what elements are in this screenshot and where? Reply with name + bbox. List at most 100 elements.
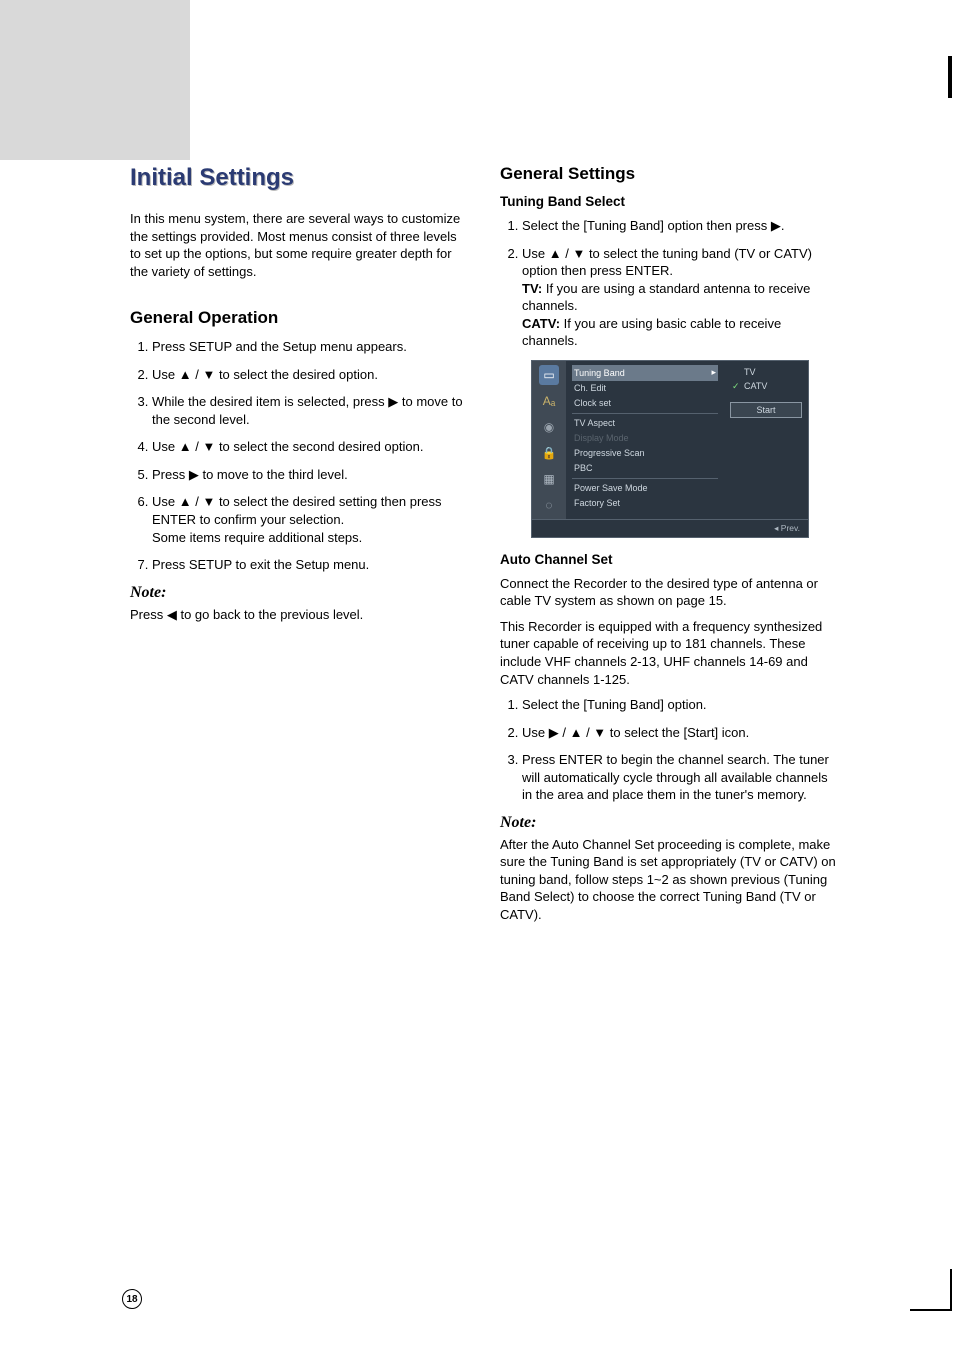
note-text: Press: [130, 607, 167, 622]
up-icon: ▲: [570, 725, 583, 740]
note-heading: Note:: [130, 584, 470, 602]
slash: /: [192, 439, 203, 454]
left-icon: ◀: [167, 607, 177, 622]
page-title: Initial Settings: [130, 164, 470, 192]
step-text: Use: [522, 725, 549, 740]
step-text: While the desired item is selected, pres…: [152, 394, 388, 409]
crop-mark: [910, 1309, 952, 1311]
up-icon: ▲: [549, 246, 562, 261]
step-text: Some items require additional steps.: [152, 530, 362, 545]
down-icon: ▼: [593, 725, 606, 740]
slash: /: [192, 367, 203, 382]
up-icon: ▲: [179, 439, 192, 454]
step: Press SETUP to exit the Setup menu.: [152, 556, 470, 574]
step: Use ▶ / ▲ / ▼ to select the [Start] icon…: [522, 724, 840, 742]
step-text: to select the second desired option.: [215, 439, 423, 454]
step-text: If you are using a standard antenna to r…: [522, 281, 810, 314]
step: Use ▲ / ▼ to select the desired option.: [152, 366, 470, 384]
step: Use ▲ / ▼ to select the desired setting …: [152, 493, 470, 546]
record-icon: ▦: [539, 469, 559, 489]
osd-item-display: Display Mode: [572, 431, 718, 446]
osd-item-pbc: PBC: [572, 461, 718, 476]
slash: /: [582, 725, 593, 740]
osd-divider: [572, 478, 718, 479]
step-text: Press ENTER to begin the channel search.…: [522, 752, 829, 802]
osd-middle-column: Tuning Band▸ Ch. Edit Clock set TV Aspec…: [566, 361, 724, 519]
osd-option-label: TV: [744, 367, 756, 377]
step: Select the [Tuning Band] option.: [522, 696, 840, 714]
step-text: If you are using basic cable to receive …: [522, 316, 781, 349]
step-text: Press: [152, 467, 189, 482]
tv-label: TV:: [522, 281, 542, 296]
osd-item-powersave: Power Save Mode: [572, 481, 718, 496]
osd-item-tuning-band: Tuning Band▸: [572, 365, 718, 381]
osd-option-tv: TV: [730, 365, 802, 379]
osd-item-clock: Clock set: [572, 396, 718, 411]
right-icon: ▶: [771, 218, 781, 233]
side-band: [0, 0, 190, 160]
step-text: Press SETUP to exit the Setup menu.: [152, 557, 369, 572]
note-body: After the Auto Channel Set proceeding is…: [500, 836, 840, 924]
slash: /: [562, 246, 573, 261]
osd-item-factory: Factory Set: [572, 496, 718, 511]
step-text: .: [781, 218, 785, 233]
osd-footer: ◂ Prev.: [532, 519, 808, 537]
tv-icon: ▭: [539, 365, 559, 385]
step-text: to select the [Start] icon.: [606, 725, 749, 740]
audio-icon: ◉: [539, 417, 559, 437]
lock-icon: 🔒: [539, 443, 559, 463]
step: Press SETUP and the Setup menu appears.: [152, 338, 470, 356]
step-text: Use: [152, 439, 179, 454]
osd-label: Tuning Band: [574, 368, 625, 378]
step-text: Press SETUP and the Setup menu appears.: [152, 339, 407, 354]
step-text: Use: [522, 246, 549, 261]
osd-option-label: CATV: [744, 381, 767, 391]
note-text: to go back to the previous level.: [177, 607, 363, 622]
step: Press ENTER to begin the channel search.…: [522, 751, 840, 804]
crop-mark: [950, 1269, 952, 1311]
up-icon: ▲: [179, 494, 192, 509]
right-icon: ▶: [549, 725, 559, 740]
disc-icon: ◌: [539, 495, 559, 515]
catv-label: CATV:: [522, 316, 560, 331]
slash: /: [192, 494, 203, 509]
step-text: Select the [Tuning Band] option.: [522, 697, 707, 712]
note-heading: Note:: [500, 814, 840, 832]
osd-right-column: TV ✓CATV Start: [724, 361, 808, 519]
step-text: Select the [Tuning Band] option then pre…: [522, 218, 771, 233]
osd-start-button: Start: [730, 402, 802, 418]
right-icon: ▶: [189, 467, 199, 482]
left-column: Initial Settings In this menu system, th…: [130, 164, 470, 924]
down-icon: ▼: [202, 367, 215, 382]
osd-item-progressive: Progressive Scan: [572, 446, 718, 461]
osd-divider: [572, 413, 718, 414]
osd-option-catv: ✓CATV: [730, 379, 802, 394]
general-operation-steps: Press SETUP and the Setup menu appears. …: [130, 338, 470, 573]
auto-channel-heading: Auto Channel Set: [500, 552, 840, 567]
osd-item-aspect: TV Aspect: [572, 416, 718, 431]
step: Use ▲ / ▼ to select the tuning band (TV …: [522, 245, 840, 350]
step-text: to select the desired option.: [215, 367, 378, 382]
down-icon: ▼: [572, 246, 585, 261]
step-text: to move to the third level.: [199, 467, 348, 482]
osd-menu-screenshot: ▭ Aₐ ◉ 🔒 ▦ ◌ Tuning Band▸ Ch. Edit Clock…: [531, 360, 809, 538]
right-column: General Settings Tuning Band Select Sele…: [500, 164, 840, 924]
general-settings-heading: General Settings: [500, 164, 840, 184]
page-content: Initial Settings In this menu system, th…: [130, 164, 840, 924]
step: Press ▶ to move to the third level.: [152, 466, 470, 484]
page-number: 18: [122, 1289, 142, 1309]
right-icon: ▶: [388, 394, 398, 409]
auto-channel-steps: Select the [Tuning Band] option. Use ▶ /…: [500, 696, 840, 804]
note-body: Press ◀ to go back to the previous level…: [130, 606, 470, 624]
general-operation-heading: General Operation: [130, 308, 470, 328]
step-text: Use: [152, 367, 179, 382]
osd-body: ▭ Aₐ ◉ 🔒 ▦ ◌ Tuning Band▸ Ch. Edit Clock…: [532, 361, 808, 519]
down-icon: ▼: [202, 494, 215, 509]
up-icon: ▲: [179, 367, 192, 382]
tuning-band-steps: Select the [Tuning Band] option then pre…: [500, 217, 840, 350]
step: Select the [Tuning Band] option then pre…: [522, 217, 840, 235]
tuning-band-heading: Tuning Band Select: [500, 194, 840, 209]
auto-para-2: This Recorder is equipped with a frequen…: [500, 618, 840, 688]
language-icon: Aₐ: [539, 391, 559, 411]
step-text: Use: [152, 494, 179, 509]
